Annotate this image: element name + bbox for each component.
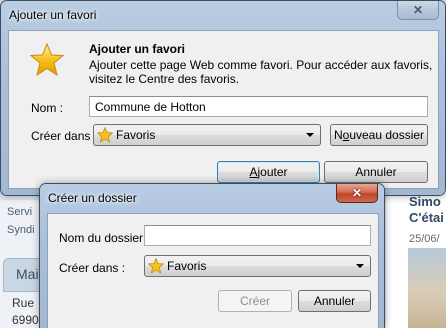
folder-name-input[interactable]: [144, 225, 371, 246]
add-favorite-close-button[interactable]: ✕: [397, 1, 439, 20]
cancel-button[interactable]: Annuler: [324, 161, 428, 183]
background-left-line: Servi: [7, 206, 33, 218]
new-folder-button[interactable]: Nouveau dossier: [330, 124, 428, 146]
background-address-line: 6990: [12, 313, 39, 327]
create-folder-dialog: Créer un dossier ✕ Nom du dossier : Crée…: [39, 183, 385, 328]
new-folder-label-post: uveau dossier: [349, 128, 425, 142]
background-right-panel: Simo C'étai 25/06/: [386, 188, 446, 328]
background-address-line: Rue: [12, 296, 35, 310]
add-button[interactable]: Ajouter: [217, 161, 320, 183]
create-folder-window-title: Créer un dossier: [48, 191, 137, 205]
favorite-name-input[interactable]: Commune de Hotton: [89, 96, 428, 117]
create-folder-cancel-button[interactable]: Annuler: [298, 290, 371, 312]
background-news-photo: [408, 248, 446, 328]
close-icon: ✕: [351, 186, 363, 200]
background-tab-label: Mai: [16, 266, 39, 282]
create-button[interactable]: Créer: [218, 290, 292, 312]
create-folder-client-area: Nom du dossier : Créer dans : Favoris Cr…: [47, 213, 379, 328]
chevron-down-icon: [356, 264, 364, 268]
add-favorite-window-title: Ajouter un favori: [9, 8, 97, 22]
create-folder-location-dropdown[interactable]: Favoris: [144, 255, 371, 277]
folder-name-label: Nom du dossier :: [59, 231, 150, 245]
add-favorite-heading: Ajouter un favori: [89, 42, 186, 56]
add-favorite-description: Ajouter cette page Web comme favori. Pou…: [89, 58, 433, 72]
create-in-label: Créer dans :: [59, 261, 126, 275]
add-favorite-description: visitez le Centre des favoris.: [89, 72, 240, 86]
create-folder-close-button[interactable]: ✕: [336, 184, 378, 203]
new-folder-label-pre: N: [333, 128, 343, 142]
add-favorite-dialog: Ajouter un favori ✕ Ajouter un favori Aj…: [0, 0, 446, 196]
background-news-title: C'étai: [409, 210, 444, 225]
favorites-star-icon: [97, 127, 113, 143]
name-label: Nom :: [31, 101, 64, 115]
add-favorite-client-area: Ajouter un favori Ajouter cette page Web…: [8, 30, 439, 189]
background-news-date: 25/06/: [409, 233, 440, 245]
create-in-dropdown[interactable]: Favoris: [93, 124, 321, 146]
close-icon: ✕: [412, 3, 424, 17]
star-icon: [30, 43, 64, 77]
background-news-title: Simo: [409, 194, 441, 209]
create-folder-location-value: Favoris: [167, 259, 207, 273]
background-left-line: Syndi: [7, 224, 35, 236]
create-in-label: Créer dans :: [31, 129, 98, 143]
chevron-down-icon: [306, 133, 314, 137]
favorites-star-icon: [148, 258, 164, 274]
create-in-value: Favoris: [116, 128, 156, 142]
add-label-post: jouter: [257, 165, 288, 179]
